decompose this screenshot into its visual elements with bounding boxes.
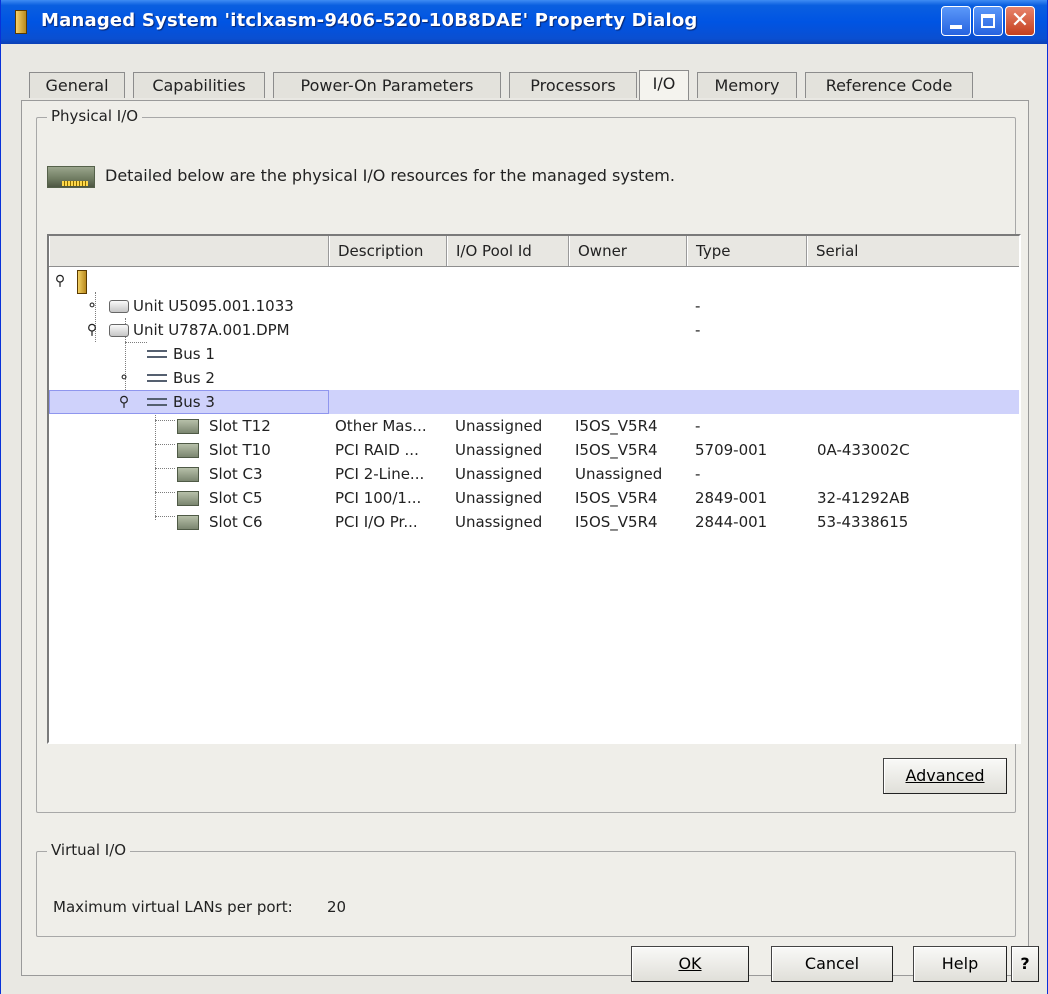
tab-processors[interactable]: Processors bbox=[509, 72, 637, 98]
table-header: Description I/O Pool Id Owner Type Seria… bbox=[49, 236, 1019, 267]
io-tab-panel: Physical I/O Detailed below are the phys… bbox=[21, 100, 1029, 976]
virtual-io-group: Virtual I/O Maximum virtual LANs per por… bbox=[36, 841, 1016, 937]
column-header-owner[interactable]: Owner bbox=[569, 236, 687, 266]
window-title: Managed System 'itclxasm-9406-520-10B8DA… bbox=[41, 10, 698, 31]
minimize-button[interactable] bbox=[941, 6, 971, 36]
physical-io-title: Physical I/O bbox=[47, 107, 143, 125]
expand-handle-icon[interactable]: ⚬ bbox=[117, 371, 131, 385]
tab-power-on-parameters[interactable]: Power-On Parameters bbox=[273, 72, 501, 98]
collapse-handle-icon[interactable]: ⚲ bbox=[85, 323, 99, 337]
frame-icon bbox=[77, 270, 87, 294]
context-help-button[interactable]: ? bbox=[1011, 946, 1039, 982]
slot-icon bbox=[177, 515, 199, 530]
column-header-serial[interactable]: Serial bbox=[807, 236, 1019, 266]
max-vlans-value: 20 bbox=[327, 898, 347, 916]
slot-icon bbox=[177, 443, 199, 458]
virtual-io-title: Virtual I/O bbox=[47, 841, 131, 859]
tab-general[interactable]: General bbox=[29, 72, 125, 98]
ok-button[interactable]: OK bbox=[631, 946, 749, 982]
physical-io-table[interactable]: Description I/O Pool Id Owner Type Seria… bbox=[47, 234, 1021, 744]
column-header-pool[interactable]: I/O Pool Id bbox=[447, 236, 569, 266]
collapse-handle-icon[interactable]: ⚲ bbox=[117, 395, 131, 409]
tab-reference-code[interactable]: Reference Code bbox=[805, 72, 973, 98]
tree-root-row[interactable]: ⚲ bbox=[49, 270, 1019, 294]
physical-io-group: Physical I/O Detailed below are the phys… bbox=[36, 107, 1021, 813]
collapse-handle-icon[interactable]: ⚲ bbox=[53, 274, 67, 288]
tab-memory[interactable]: Memory bbox=[697, 72, 797, 98]
cancel-button[interactable]: Cancel bbox=[771, 946, 893, 982]
tree-row-bus-2[interactable]: ⚬ Bus 2 bbox=[49, 366, 1019, 390]
io-card-icon bbox=[47, 166, 95, 188]
maximize-button[interactable] bbox=[973, 6, 1003, 36]
slot-icon bbox=[177, 491, 199, 506]
tree-row-slot-t12[interactable]: Slot T12 Other Mas... Unassigned I5OS_V5… bbox=[49, 414, 1019, 438]
help-button[interactable]: Help bbox=[913, 946, 1007, 982]
tree-row-slot-c5[interactable]: Slot C5 PCI 100/1... Unassigned I5OS_V5R… bbox=[49, 486, 1019, 510]
column-header-description[interactable]: Description bbox=[329, 236, 447, 266]
bus-icon bbox=[147, 371, 167, 385]
property-dialog: Managed System 'itclxasm-9406-520-10B8DA… bbox=[0, 0, 1048, 994]
tree-row-slot-c6[interactable]: Slot C6 PCI I/O Pr... Unassigned I5OS_V5… bbox=[49, 510, 1019, 534]
tree-row-bus-3[interactable]: ⚲ Bus 3 bbox=[49, 390, 1019, 414]
advanced-button[interactable]: Advanced bbox=[883, 758, 1007, 794]
slot-icon bbox=[177, 419, 199, 434]
tree-row-unit-u5095[interactable]: ⚬ Unit U5095.001.1033 - bbox=[49, 294, 1019, 318]
tree-row-slot-c3[interactable]: Slot C3 PCI 2-Line... Unassigned Unassig… bbox=[49, 462, 1019, 486]
title-bar[interactable]: Managed System 'itclxasm-9406-520-10B8DA… bbox=[1, 0, 1047, 44]
bus-icon bbox=[147, 395, 167, 409]
slot-icon bbox=[177, 467, 199, 482]
tab-capabilities[interactable]: Capabilities bbox=[133, 72, 265, 98]
minimize-icon bbox=[950, 25, 962, 29]
column-header-name[interactable] bbox=[49, 236, 329, 266]
tree-row-unit-u787a[interactable]: ⚲ Unit U787A.001.DPM - bbox=[49, 318, 1019, 342]
tab-io[interactable]: I/O bbox=[639, 70, 689, 100]
expand-handle-icon[interactable]: ⚬ bbox=[85, 299, 99, 313]
physical-io-description: Detailed below are the physical I/O reso… bbox=[105, 166, 675, 185]
max-vlans-label: Maximum virtual LANs per port: bbox=[53, 898, 293, 916]
tree-row-slot-t10[interactable]: Slot T10 PCI RAID ... Unassigned I5OS_V5… bbox=[49, 438, 1019, 462]
unit-icon bbox=[109, 324, 129, 337]
maximize-icon bbox=[981, 14, 995, 28]
frame-icon bbox=[15, 10, 27, 34]
close-button[interactable]: ✕ bbox=[1005, 6, 1035, 36]
tree-row-bus-1[interactable]: Bus 1 bbox=[49, 342, 1019, 366]
close-icon: ✕ bbox=[1010, 8, 1030, 33]
column-header-type[interactable]: Type bbox=[687, 236, 807, 266]
unit-icon bbox=[109, 300, 129, 313]
bus-icon bbox=[147, 347, 167, 361]
